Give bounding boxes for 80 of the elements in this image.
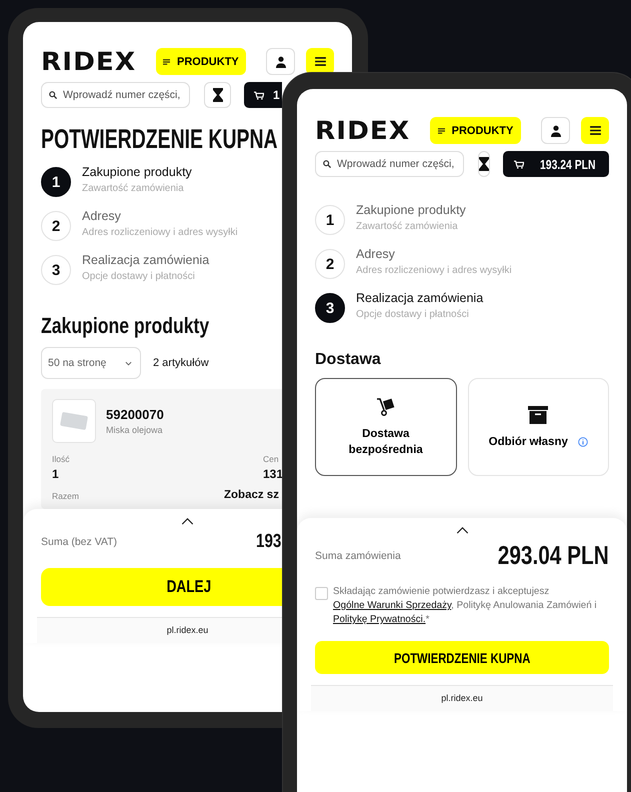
quantity-value: 1 (52, 467, 60, 481)
step-subtitle: Zawartość zamówienia (82, 182, 184, 194)
search-icon (323, 160, 331, 168)
details-link[interactable]: Zobacz sz (224, 489, 284, 501)
photo-placeholder (60, 412, 88, 430)
terms-link[interactable]: Politykę Prywatności. (333, 614, 426, 625)
delivery-option[interactable]: Dostawa bezpośrednia (315, 378, 456, 476)
step-title: Zakupione produkty (82, 164, 192, 178)
cart-icon (254, 90, 264, 100)
step-title: Adresy (82, 208, 121, 222)
hourglass-button[interactable] (478, 151, 490, 177)
menu-icon (163, 58, 170, 64)
step-number: 1 (41, 167, 71, 197)
products-button[interactable]: PRODUKTY (156, 48, 246, 75)
terms-checkbox[interactable] (315, 587, 328, 600)
hourglass-button[interactable] (204, 82, 231, 108)
summary-value: 293.04 PLN (498, 540, 609, 571)
box-icon (528, 404, 548, 424)
menu-button[interactable] (581, 117, 609, 144)
search-icon (49, 91, 57, 99)
terms-link[interactable]: Ogólne Warunki Sprzedaży (333, 600, 452, 611)
per-page-select[interactable]: 50 na stronę (41, 347, 141, 379)
step-number: 2 (315, 249, 345, 279)
item-count: 2 artykułów (153, 357, 209, 369)
delivery-option-label: Dostawa bezpośrednia (348, 426, 424, 458)
chevron-up-icon[interactable] (456, 527, 468, 534)
step-number: 3 (41, 255, 71, 285)
page-title: POTWIERDZENIE KUPNA (41, 123, 278, 155)
step-number: 1 (315, 205, 345, 235)
step-title: Realizacja zamówienia (356, 290, 484, 304)
quantity-label: Ilość (52, 454, 70, 464)
step-subtitle: Zawartość zamówienia (356, 220, 458, 232)
user-icon (550, 124, 562, 136)
logo[interactable]: RIDEX (315, 117, 424, 144)
step-number: 2 (41, 211, 71, 241)
step-title: Zakupione produkty (356, 202, 466, 216)
logo[interactable]: RIDEX (41, 48, 150, 75)
total-label: Razem (52, 491, 80, 501)
step-title: Adresy (356, 246, 395, 260)
hourglass-icon (212, 88, 222, 102)
step-title: Realizacja zamówienia (82, 252, 210, 266)
product-name: Miska olejowa (106, 425, 164, 435)
account-button[interactable] (541, 117, 570, 144)
next-button[interactable]: DALEJ (41, 568, 282, 606)
products-button[interactable]: PRODUKTY (430, 117, 521, 144)
cart-button[interactable]: 193.24 PLN (503, 151, 610, 177)
summary-value: 193 (256, 531, 282, 553)
cart-button[interactable]: 1 (244, 82, 282, 108)
menu-button[interactable] (306, 48, 334, 75)
price-label: Cen (263, 454, 280, 464)
menu-icon (314, 57, 326, 66)
chevron-up-icon[interactable] (181, 518, 194, 525)
search-field[interactable]: Wprowadź numer części, (41, 82, 190, 108)
delivery-option-label: Odbiór własny (488, 434, 568, 450)
hand-truck-icon (376, 396, 396, 416)
step-subtitle: Adres rozliczeniowy i adres wysyłki (356, 264, 512, 276)
url-text: pl.ridex.eu (166, 625, 208, 635)
delivery-option[interactable]: Odbiór własny (468, 378, 609, 476)
step-number: 3 (315, 293, 345, 323)
step-subtitle: Adres rozliczeniowy i adres wysyłki (82, 226, 238, 238)
summary-label: Suma (bez VAT) (41, 536, 118, 548)
hourglass-icon (479, 157, 489, 171)
menu-icon (590, 126, 600, 135)
price-value: 131 (263, 467, 284, 481)
cart-icon (514, 160, 524, 168)
confirm-purchase-button[interactable]: POTWIERDZENIE KUPNA (315, 641, 609, 674)
url-text: pl.ridex.eu (441, 693, 483, 703)
menu-icon (438, 128, 445, 134)
step-subtitle: Opcje dostawy i płatności (82, 270, 195, 282)
search-field[interactable]: Wprowadź numer części, (315, 151, 464, 177)
step-subtitle: Opcje dostawy i płatności (356, 308, 469, 320)
info-icon[interactable] (578, 436, 588, 446)
section-title: Zakupione produkty (41, 313, 210, 339)
terms-text: Składając zamówienie potwierdzasz i akceptujesz Ogólne Warunki Sprzedaży, Politykę Anulowania Zamówień i Politykę Prywatności.* (333, 585, 598, 627)
product-number: 59200070 (106, 407, 164, 422)
section-title: Dostawa (315, 351, 382, 369)
account-button[interactable] (266, 48, 296, 75)
chevron-down-icon (125, 360, 132, 366)
user-icon (274, 56, 287, 68)
summary-label: Suma zamówienia (315, 550, 401, 562)
